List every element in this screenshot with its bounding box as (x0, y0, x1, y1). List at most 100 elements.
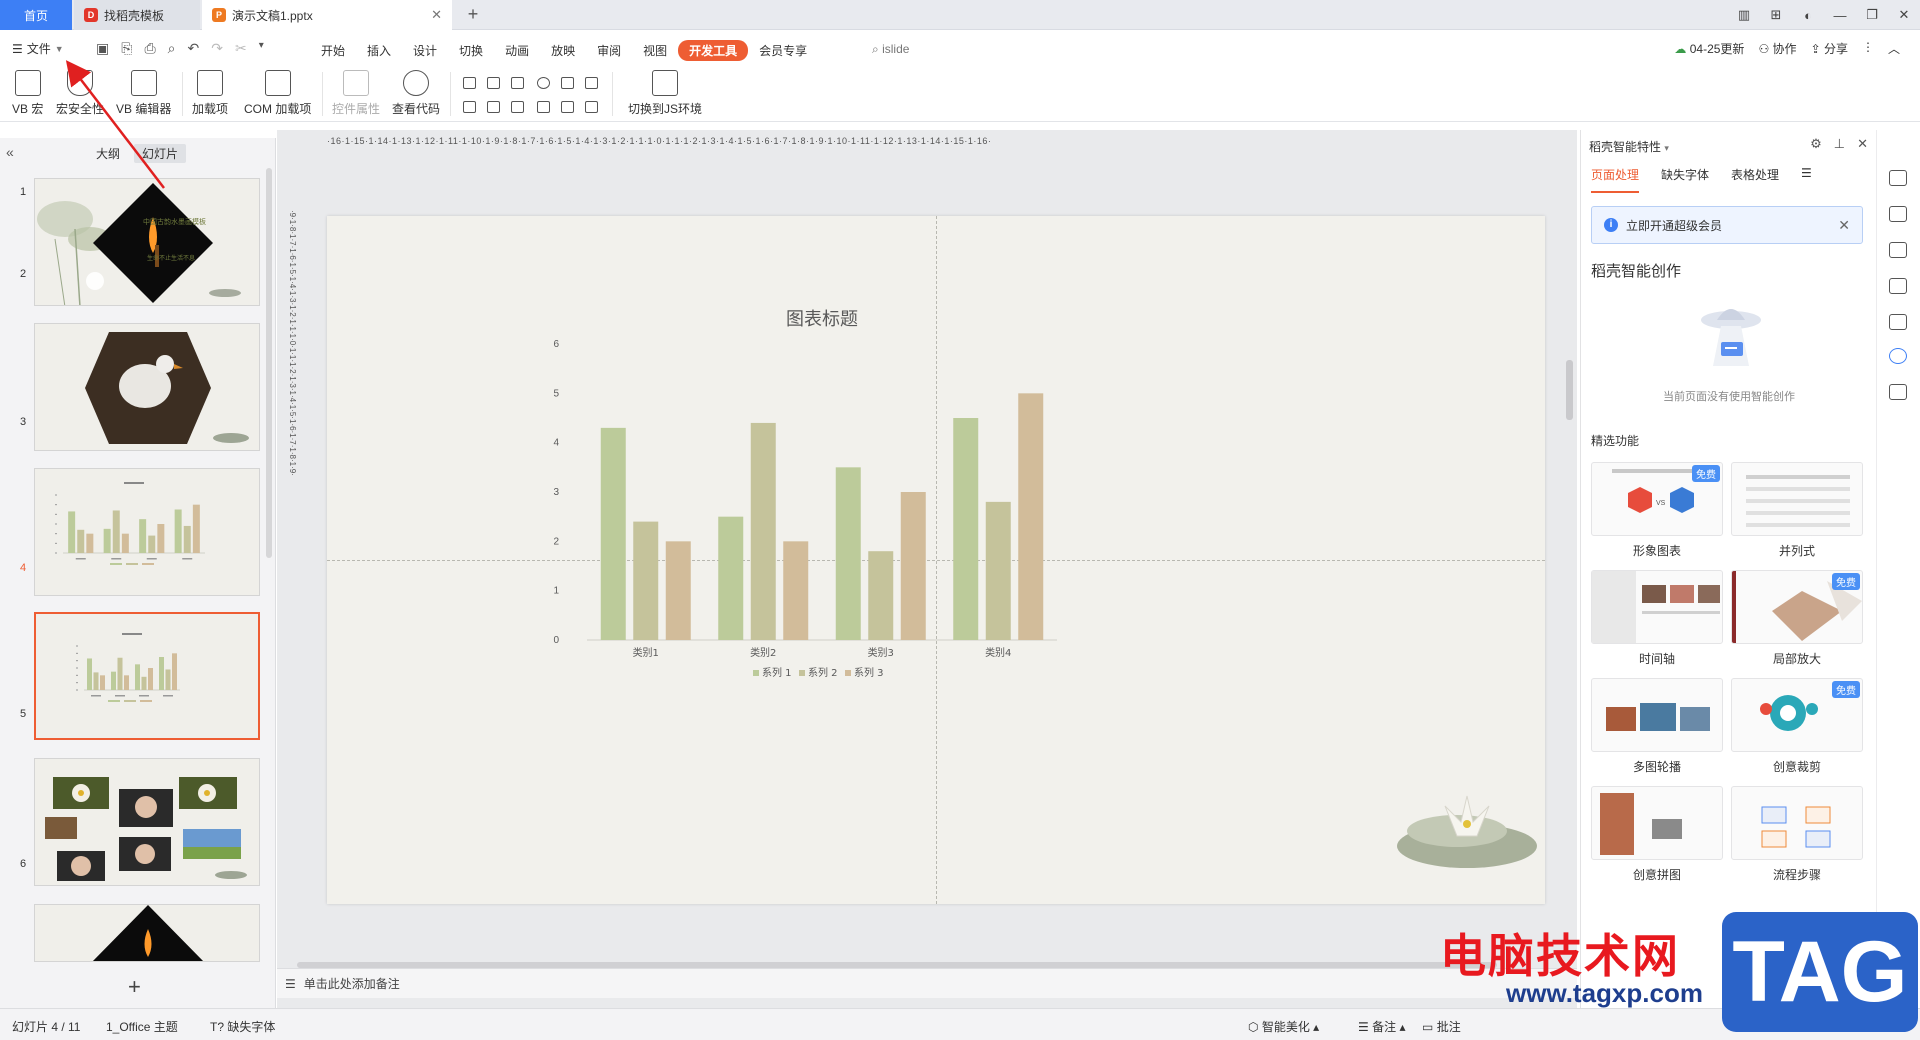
feature-card-local-zoom[interactable]: 免费 (1731, 570, 1863, 644)
vb-macro-button[interactable]: VB 宏 (12, 70, 43, 117)
slide-thumbnail-3[interactable] (34, 468, 260, 596)
panel-menu-icon[interactable]: ☰ (1801, 166, 1812, 193)
feature-card-parallel[interactable] (1731, 462, 1863, 536)
image-control-icon[interactable] (561, 101, 574, 113)
close-panel-icon[interactable]: ✕ (1857, 136, 1868, 152)
com-addins-button[interactable]: COM 加载项 (244, 70, 311, 117)
print-icon[interactable]: ⎙ (144, 40, 155, 57)
feature-card-creative-crop[interactable]: 免费 (1731, 678, 1863, 752)
tab-table-processing[interactable]: 表格处理 (1731, 166, 1779, 193)
file-menu-button[interactable]: ☰ 文件 ▼ (12, 40, 64, 57)
spin-button-icon[interactable] (487, 101, 500, 113)
tab-developer[interactable]: 开发工具 (678, 40, 749, 61)
feature-card-timeline[interactable] (1591, 570, 1723, 644)
view-code-button[interactable]: 查看代码 (392, 70, 440, 117)
tab-templates[interactable]: D 找稻壳模板 (74, 0, 200, 30)
avatar[interactable]: ◐ (1792, 8, 1824, 23)
smart-features-icon[interactable] (1889, 348, 1907, 364)
feature-card-creative-collage[interactable] (1591, 786, 1723, 860)
new-tab-button[interactable]: + (462, 4, 484, 26)
export-pdf-icon[interactable]: ⎘ (121, 40, 132, 57)
option-button-icon[interactable] (537, 77, 550, 89)
textbox-control-icon[interactable] (487, 77, 500, 89)
macro-security-button[interactable]: 宏安全性 (56, 70, 104, 117)
restore-icon[interactable]: ❐ (1856, 7, 1888, 23)
collapse-ribbon-icon[interactable]: ︿ (1888, 40, 1900, 57)
book-icon[interactable] (1889, 384, 1907, 400)
slide-thumbnail-6[interactable] (34, 904, 260, 962)
settings-gear-icon[interactable]: ⚙ (1810, 136, 1822, 152)
feature-card-process-steps[interactable] (1731, 786, 1863, 860)
sliders-icon[interactable] (1889, 206, 1907, 222)
tab-missing-fonts[interactable]: 缺失字体 (1661, 166, 1709, 193)
command-search[interactable]: ⌕ islide (872, 42, 909, 57)
combobox-control-icon[interactable] (585, 77, 598, 89)
slide-thumbnail-4[interactable] (34, 612, 260, 740)
tab-slideshow[interactable]: 放映 (540, 40, 586, 61)
tab-transition[interactable]: 切换 (448, 40, 494, 61)
slide-thumbnail-5[interactable] (34, 758, 260, 886)
collab-button[interactable]: ⚇ 协作 (1758, 40, 1796, 57)
undo-icon[interactable]: ↶ (187, 40, 199, 57)
feature-card-carousel[interactable] (1591, 678, 1723, 752)
tab-design[interactable]: 设计 (402, 40, 448, 61)
minimize-icon[interactable]: — (1824, 8, 1856, 23)
missing-fonts-button[interactable]: T? 缺失字体 (210, 1018, 275, 1035)
tab-member[interactable]: 会员专享 (748, 40, 818, 61)
pin-icon[interactable]: ⊥ (1834, 136, 1845, 152)
close-banner-icon[interactable]: ✕ (1838, 217, 1850, 234)
smart-beautify-button[interactable]: ⬡ 智能美化 ▴ (1248, 1018, 1319, 1035)
format-painter-icon[interactable]: ✂ (235, 40, 247, 57)
button-control-icon[interactable] (511, 77, 524, 89)
switch-js-button[interactable]: 切换到JS环境 (628, 70, 702, 117)
control-properties-button[interactable]: 控件属性 (332, 70, 380, 117)
bar-chart[interactable]: 图表标题 0 1 2 3 4 5 6 类别1 类别2 类别3 类别4 系列 1 系列 2 系列 3 (327, 216, 1545, 904)
notes-bar[interactable]: ☰ 单击此处添加备注 (277, 968, 1577, 998)
tab-document[interactable]: P 演示文稿1.pptx ✕ (202, 0, 452, 30)
tab-outline[interactable]: 大纲 (88, 144, 128, 163)
editor-vertical-scrollbar[interactable] (1566, 360, 1573, 420)
frame-control-icon[interactable] (585, 101, 598, 113)
listbox-control-icon[interactable] (561, 77, 574, 89)
tab-animation[interactable]: 动画 (494, 40, 540, 61)
feature-card-image-chart[interactable]: VS 免费 (1591, 462, 1723, 536)
toggle-button-icon[interactable] (463, 101, 476, 113)
rocket-icon[interactable] (1889, 170, 1907, 186)
image-icon[interactable] (1889, 314, 1907, 330)
close-window-icon[interactable]: ✕ (1888, 7, 1920, 23)
copy-icon[interactable] (1889, 278, 1907, 294)
apps-grid-icon[interactable]: ⊞ (1760, 7, 1792, 23)
slide-thumbnail-2[interactable] (34, 323, 260, 451)
vip-banner[interactable]: i 立即开通超级会员 ✕ (1591, 206, 1863, 244)
tab-review[interactable]: 审阅 (586, 40, 632, 61)
qat-more-icon[interactable]: ▾ (259, 40, 264, 57)
tab-insert[interactable]: 插入 (356, 40, 402, 61)
collapse-panel-icon[interactable]: « (6, 144, 14, 160)
print-preview-icon[interactable]: ⌕ (168, 40, 176, 57)
scrollbar-control-icon[interactable] (511, 101, 524, 113)
update-button[interactable]: ☁ 04-25更新 (1674, 40, 1744, 57)
thumbnail-scrollbar[interactable] (266, 168, 272, 558)
tab-start[interactable]: 开始 (310, 40, 356, 61)
slide-thumbnail-1[interactable]: 中国古韵水墨画模板 生命不止生活不息 (34, 178, 260, 306)
tab-slides[interactable]: 幻灯片 (134, 144, 187, 163)
comments-button[interactable]: ▭ 批注 (1422, 1018, 1461, 1035)
tab-home[interactable]: 首页 (0, 0, 72, 30)
vb-editor-button[interactable]: VB 编辑器 (116, 70, 171, 117)
redo-icon[interactable]: ↷ (211, 40, 223, 57)
tab-page-processing[interactable]: 页面处理 (1591, 166, 1640, 193)
panel-title[interactable]: 稻壳智能特性 ▾ (1589, 138, 1669, 155)
save-icon[interactable]: ▣ (96, 40, 109, 57)
slide-canvas[interactable]: 图表标题 0 1 2 3 4 5 6 类别1 类别2 类别3 类别4 系列 1 系列 2 系列 3 (327, 216, 1545, 904)
label-control-icon[interactable] (537, 101, 550, 113)
share-button[interactable]: ⇪ 分享 (1811, 40, 1848, 57)
theme-name[interactable]: 1_Office 主题 (106, 1018, 178, 1035)
add-slide-button[interactable]: + (128, 974, 141, 1000)
layout-icon[interactable]: ▥ (1728, 7, 1760, 23)
more-options-icon[interactable]: ⋮ (1862, 40, 1874, 57)
addins-button[interactable]: 加载项 (192, 70, 228, 117)
star-icon[interactable] (1889, 242, 1907, 258)
notes-toggle-button[interactable]: ☰ 备注 ▴ (1358, 1018, 1405, 1035)
checkbox-control-icon[interactable] (463, 77, 476, 89)
tab-view[interactable]: 视图 (632, 40, 678, 61)
